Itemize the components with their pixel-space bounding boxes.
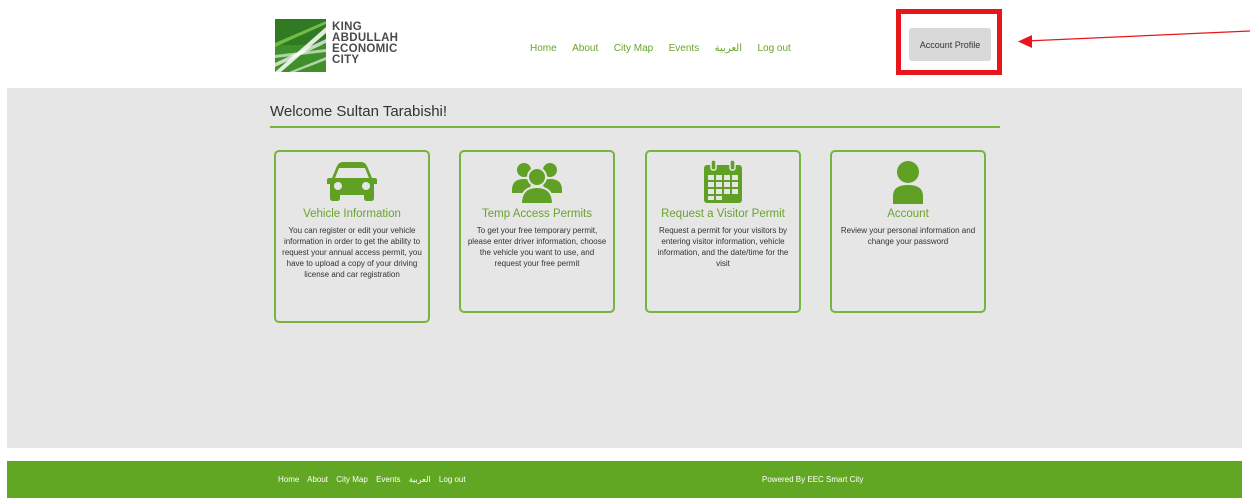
nav-about[interactable]: About	[572, 43, 598, 54]
logo[interactable]: KING ABDULLAH ECONOMIC CITY	[275, 19, 435, 72]
header: KING ABDULLAH ECONOMIC CITY Home About C…	[0, 0, 1251, 88]
card-account[interactable]: Account Review your personal information…	[830, 150, 986, 313]
group-icon	[512, 163, 562, 204]
divider	[270, 126, 1000, 128]
main-content: Welcome Sultan Tarabishi! Vehicle Inform…	[7, 88, 1242, 448]
footer-nav-arabic[interactable]: العربية	[409, 475, 431, 484]
card-description: Review your personal information and cha…	[840, 226, 976, 246]
logo-text: KING ABDULLAH ECONOMIC CITY	[332, 21, 398, 66]
card-description: You can register or edit your vehicle in…	[282, 226, 422, 279]
nav-arabic[interactable]: العربية	[715, 43, 742, 54]
nav-logout[interactable]: Log out	[757, 43, 790, 54]
footer: Home About City Map Events العربية Log o…	[7, 461, 1242, 498]
card-title: Vehicle Information	[303, 208, 401, 220]
footer-nav-home[interactable]: Home	[278, 475, 299, 484]
powered-by-text: Powered By EEC Smart City	[762, 475, 864, 484]
card-vehicle-information[interactable]: Vehicle Information You can register or …	[274, 150, 430, 323]
card-title: Request a Visitor Permit	[661, 208, 785, 220]
annotation-highlight-box	[896, 9, 1002, 75]
card-description: Request a permit for your visitors by en…	[657, 226, 789, 268]
footer-nav-city-map[interactable]: City Map	[336, 475, 368, 484]
card-description: To get your free temporary permit, pleas…	[467, 226, 607, 268]
logo-mark-icon	[275, 19, 326, 72]
footer-nav-logout[interactable]: Log out	[439, 475, 466, 484]
nav-city-map[interactable]: City Map	[614, 43, 653, 54]
welcome-heading: Welcome Sultan Tarabishi!	[270, 103, 448, 120]
footer-nav-about[interactable]: About	[307, 475, 328, 484]
top-nav: Home About City Map Events العربية Log o…	[530, 38, 802, 54]
footer-nav-events[interactable]: Events	[376, 475, 400, 484]
annotation-arrow-icon	[1018, 30, 1251, 48]
card-title: Temp Access Permits	[482, 208, 592, 220]
nav-events[interactable]: Events	[669, 43, 700, 54]
card-request-visitor-permit[interactable]: Request a Visitor Permit Request a permi…	[645, 150, 801, 313]
logo-line: CITY	[332, 54, 360, 66]
card-title: Account	[887, 208, 929, 220]
card-temp-access-permits[interactable]: Temp Access Permits To get your free tem…	[459, 150, 615, 313]
nav-home[interactable]: Home	[530, 43, 557, 54]
footer-nav: Home About City Map Events العربية Log o…	[278, 475, 472, 484]
calendar-icon	[704, 160, 742, 203]
user-icon	[893, 161, 923, 204]
car-icon	[327, 162, 377, 201]
